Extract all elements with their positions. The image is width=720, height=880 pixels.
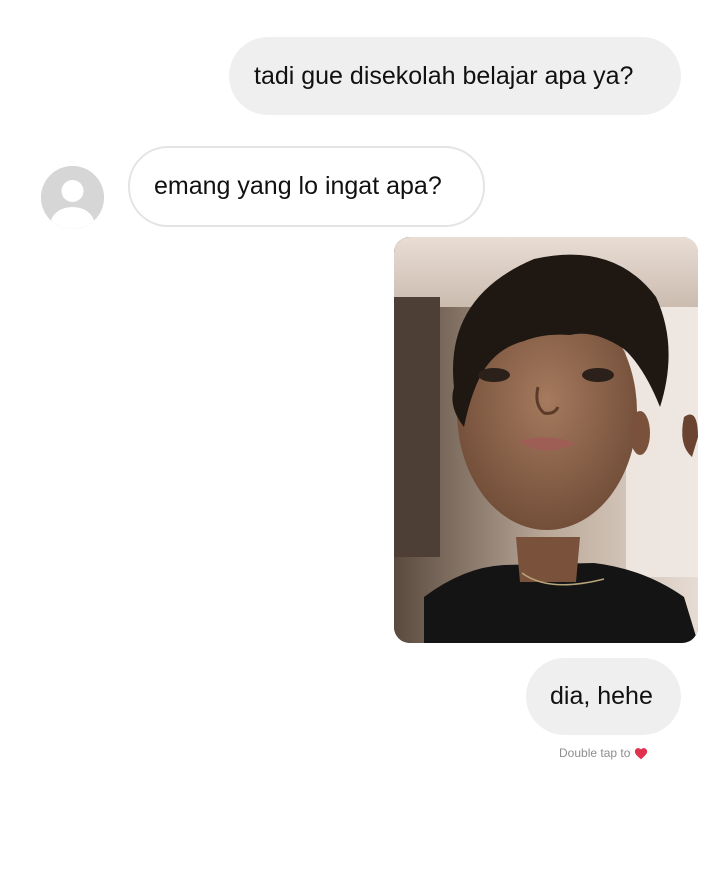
message-bubble-outgoing[interactable]: tadi gue disekolah belajar apa ya? — [229, 37, 681, 115]
contact-avatar-icon[interactable] — [41, 166, 104, 229]
selfie-photo-icon — [394, 237, 698, 643]
heart-icon[interactable] — [634, 747, 648, 760]
double-tap-hint: Double tap to — [559, 744, 648, 762]
chat-screen: tadi gue disekolah belajar apa ya? emang… — [0, 0, 720, 880]
message-text: emang yang lo ingat apa? — [154, 172, 442, 200]
default-profile-avatar-icon — [41, 166, 104, 229]
message-bubble-incoming[interactable]: emang yang lo ingat apa? — [128, 146, 485, 227]
message-text: tadi gue disekolah belajar apa ya? — [254, 61, 634, 90]
message-bubble-outgoing[interactable]: dia, hehe — [526, 658, 681, 735]
message-text: dia, hehe — [550, 682, 653, 710]
double-tap-label: Double tap to — [559, 746, 631, 760]
photo-message[interactable] — [394, 237, 698, 643]
